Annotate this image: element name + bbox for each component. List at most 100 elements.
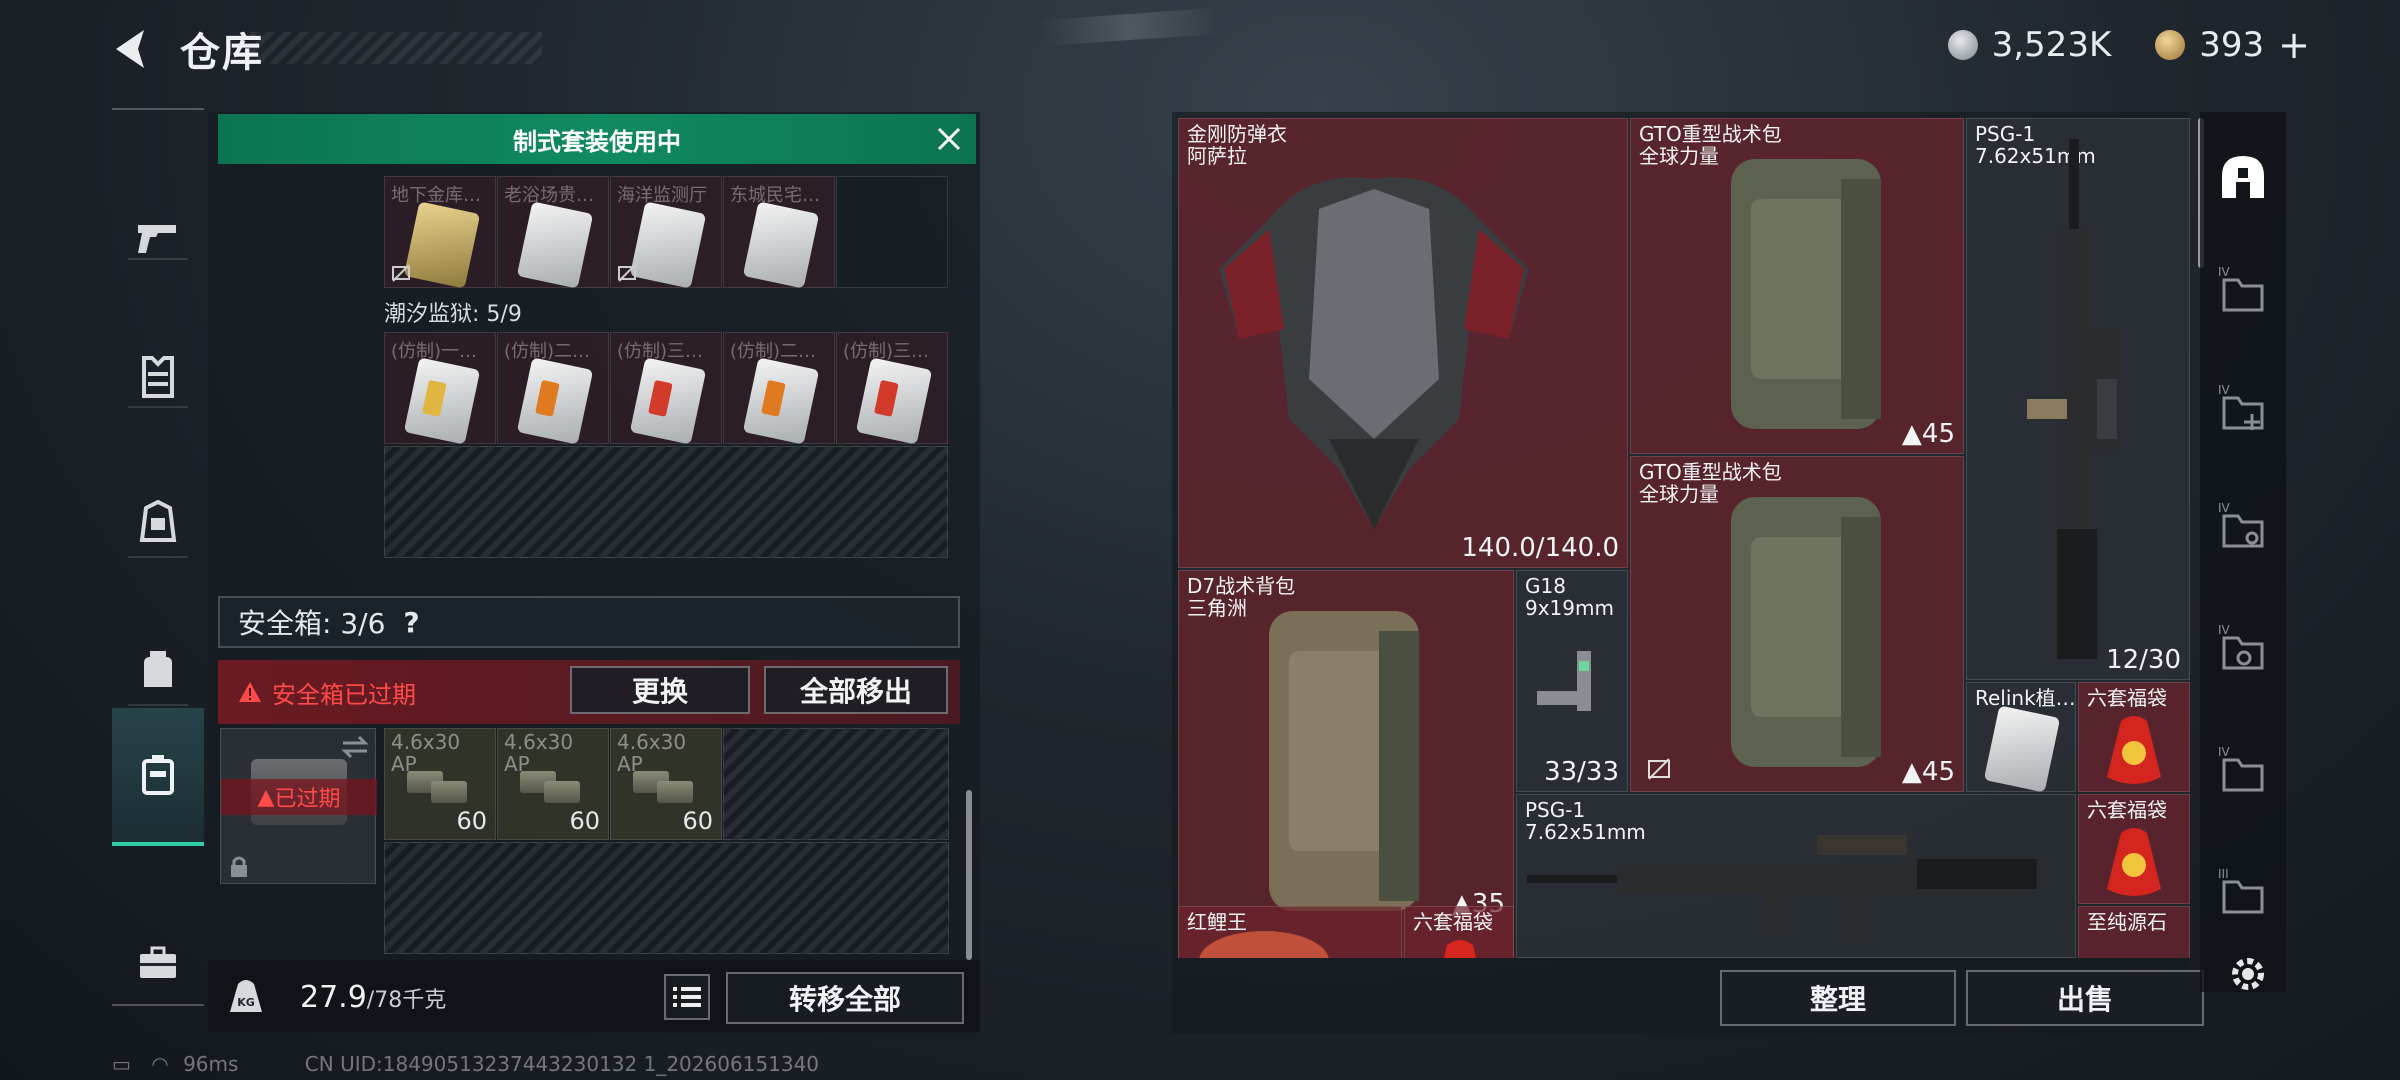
close-icon[interactable] bbox=[936, 126, 962, 152]
back-arrow-icon bbox=[116, 30, 144, 68]
stash-tab-3[interactable]: IV bbox=[2214, 498, 2272, 556]
nav-armor[interactable] bbox=[112, 308, 204, 446]
ammo-count: 60 bbox=[456, 807, 487, 835]
help-button[interactable]: ? bbox=[403, 606, 419, 639]
no-transfer-icon bbox=[618, 264, 636, 282]
slot-label: 地下金库… bbox=[391, 185, 481, 206]
safe-box-container[interactable]: ▲ 已过期 bbox=[220, 728, 377, 884]
gold-amount: 393 bbox=[2199, 25, 2265, 65]
folder-icon: IV bbox=[2218, 745, 2264, 792]
item-backpack[interactable]: D7战术背包 三角洲 ▲35 bbox=[1178, 570, 1514, 958]
slot-label: (仿制)二… bbox=[504, 341, 591, 362]
prison-key-slot[interactable]: (仿制)一… bbox=[384, 332, 496, 445]
key-slot[interactable]: 地下金库… bbox=[384, 176, 496, 289]
prison-key-slot[interactable]: (仿制)三… bbox=[610, 332, 722, 445]
ammo-name: 4.6x30 bbox=[504, 730, 574, 754]
stash-tab-5[interactable]: IV bbox=[2214, 742, 2272, 800]
slot-label: (仿制)二… bbox=[730, 341, 817, 362]
stash-tab-home[interactable] bbox=[2214, 148, 2272, 206]
nav-toolbox[interactable] bbox=[112, 894, 204, 1032]
prison-key-slot[interactable]: (仿制)二… bbox=[723, 332, 835, 445]
add-currency-button[interactable]: + bbox=[2278, 23, 2310, 67]
item-backpack[interactable]: GTO重型战术包 全球力量 ▲45 bbox=[1630, 118, 1964, 454]
item-armor[interactable]: 金刚防弹衣 阿萨拉 140.0/140.0 bbox=[1178, 118, 1628, 568]
gear-folder-icon: IV bbox=[2218, 623, 2264, 670]
safe-box-label: 安全箱: 3/6 bbox=[238, 607, 386, 640]
item-rifle-horizontal[interactable]: PSG-1 7.62x51mm bbox=[1516, 794, 2076, 958]
list-view-button[interactable] bbox=[664, 974, 710, 1020]
key-slot[interactable]: 东城民宅… bbox=[723, 176, 835, 289]
ammo-name: 4.6x30 bbox=[617, 730, 687, 754]
item-sub: 9x19mm bbox=[1525, 596, 1614, 620]
no-transfer-icon bbox=[1648, 758, 1670, 780]
ammo-item[interactable]: 4.6x30 AP 60 bbox=[610, 728, 722, 840]
ammo-item[interactable]: 4.6x30 AP 60 bbox=[497, 728, 609, 840]
empty-slot[interactable] bbox=[836, 176, 948, 288]
item-backpack[interactable]: GTO重型战术包 全球力量 ▲45 bbox=[1630, 456, 1964, 792]
slot-label: (仿制)三… bbox=[617, 341, 704, 362]
backpack-icon bbox=[1731, 159, 1881, 429]
currency-bar[interactable]: 3,523K 393 + bbox=[1890, 23, 2310, 67]
safe-box-icon bbox=[142, 755, 174, 795]
stash-tab-4[interactable]: IV bbox=[2214, 620, 2272, 678]
lucky-bag-icon bbox=[1443, 940, 1477, 958]
capacity: ▲45 bbox=[1902, 419, 1955, 449]
nav-safe-box[interactable] bbox=[112, 708, 204, 846]
sell-button[interactable]: 出售 bbox=[1966, 970, 2204, 1026]
stash-tab-6[interactable]: III bbox=[2214, 864, 2272, 922]
svg-text:IV: IV bbox=[2218, 383, 2231, 397]
expired-badge: ▲ 已过期 bbox=[221, 779, 377, 815]
stash-grid: 金刚防弹衣 阿萨拉 140.0/140.0 GTO重型战术包 全球力量 ▲45 PS… bbox=[1178, 118, 2190, 958]
nav-weapon[interactable] bbox=[112, 168, 204, 306]
swap-icon bbox=[341, 735, 369, 759]
silver-amount: 3,523K bbox=[1991, 25, 2112, 65]
sort-button[interactable]: 整理 bbox=[1720, 970, 1956, 1026]
key-slot[interactable]: 海洋监测厅 bbox=[610, 176, 722, 289]
lucky-bag-icon bbox=[2107, 716, 2161, 784]
ammo-item[interactable]: 4.6x30 AP 60 bbox=[384, 728, 496, 840]
ammo-name: 4.6x30 bbox=[391, 730, 461, 754]
back-button[interactable] bbox=[110, 26, 156, 72]
svg-text:III: III bbox=[2218, 867, 2229, 881]
folder-icon: IV bbox=[2218, 265, 2264, 312]
item-lucky-bag[interactable]: 六套福袋 bbox=[2078, 682, 2190, 792]
empty-slots-row bbox=[384, 446, 948, 558]
nav-rig[interactable] bbox=[112, 454, 204, 592]
item-access-card[interactable]: Relink植… bbox=[1966, 682, 2076, 793]
slot-label: 老浴场贵… bbox=[504, 185, 594, 206]
prison-key-slot[interactable]: (仿制)三… bbox=[836, 332, 948, 445]
item-name: 六套福袋 bbox=[1413, 910, 1493, 934]
item-stone[interactable]: 至纯源石 bbox=[2078, 906, 2190, 958]
prison-section-label: 潮汐监狱: 5/9 bbox=[384, 302, 522, 327]
toolbox-icon bbox=[140, 946, 176, 978]
item-lucky-bag[interactable]: 六套福袋 bbox=[1404, 906, 1514, 958]
ammo-count: 60 bbox=[569, 807, 600, 835]
stash-tabs: IV IV IV IV IV III bbox=[2200, 112, 2286, 992]
stash-tab-1[interactable]: IV bbox=[2214, 262, 2272, 320]
prison-key-slot[interactable]: (仿制)二… bbox=[497, 332, 609, 445]
scrollbar[interactable] bbox=[966, 790, 972, 960]
item-rifle-vertical[interactable]: PSG-1 7.62x51mm 12/30 bbox=[1966, 118, 2190, 680]
slot-label: 海洋监测厅 bbox=[617, 185, 707, 206]
title-decoration bbox=[250, 32, 542, 64]
item-name: 六套福袋 bbox=[2087, 798, 2167, 822]
gold-coin-icon bbox=[2155, 30, 2186, 60]
replace-button[interactable]: 更换 bbox=[570, 666, 750, 714]
slot-label: (仿制)三… bbox=[843, 341, 930, 362]
item-fish[interactable]: 红鲤王 bbox=[1178, 906, 1402, 958]
svg-text:IV: IV bbox=[2218, 745, 2231, 759]
item-lucky-bag[interactable]: 六套福袋 bbox=[2078, 794, 2190, 904]
stash-tab-2[interactable]: IV bbox=[2214, 380, 2272, 438]
key-slot[interactable]: 老浴场贵… bbox=[497, 176, 609, 289]
no-transfer-icon bbox=[392, 264, 410, 282]
move-all-out-button[interactable]: 全部移出 bbox=[764, 666, 948, 714]
item-pistol[interactable]: G18 9x19mm 33/33 bbox=[1516, 570, 1628, 792]
svg-text:IV: IV bbox=[2218, 501, 2231, 515]
item-name: G18 bbox=[1525, 574, 1566, 598]
prison-slots-grid: (仿制)一… (仿制)二… (仿制)三… (仿制)二… (仿制)三… bbox=[384, 332, 952, 560]
item-name: 六套福袋 bbox=[2087, 686, 2167, 710]
transfer-all-button[interactable]: 转移全部 bbox=[726, 972, 964, 1024]
ammo-count: 12/30 bbox=[2106, 645, 2181, 675]
ammo-count: 60 bbox=[682, 807, 713, 835]
settings-button[interactable] bbox=[2226, 952, 2270, 996]
